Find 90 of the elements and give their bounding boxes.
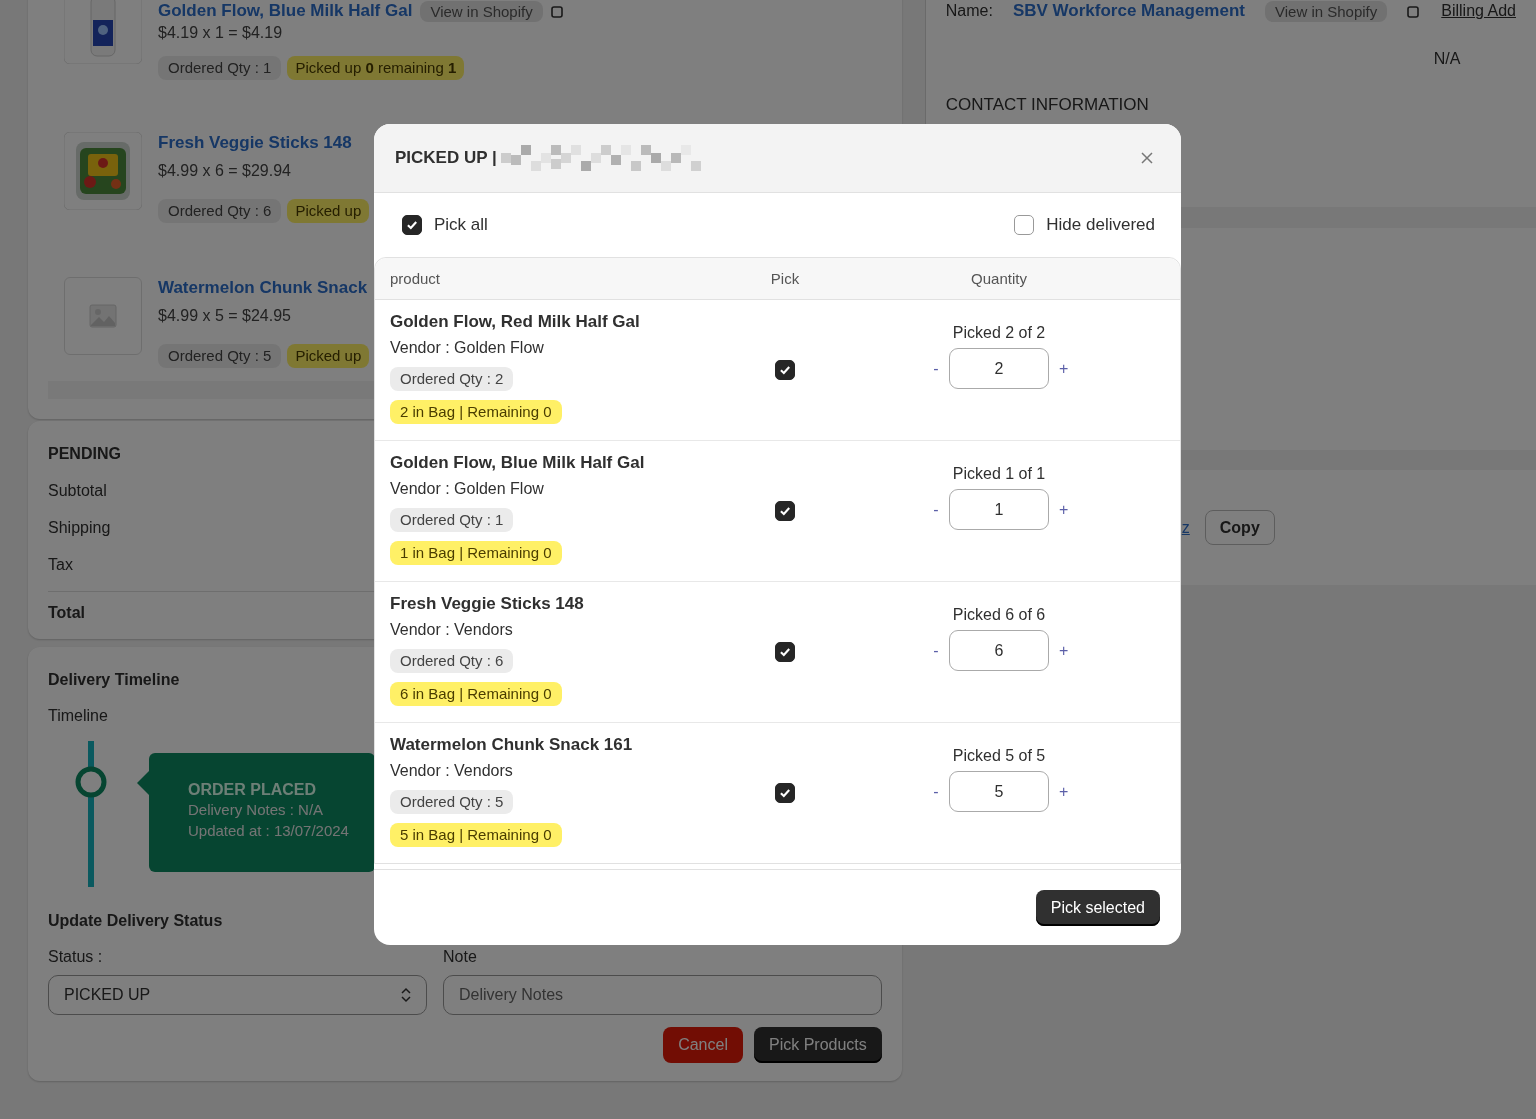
vendor-text: Vendor : Golden Flow [390,338,545,358]
status-select[interactable]: PICKED UP [48,975,427,1015]
price-text: $4.99 x 6 = $29.94 [158,161,292,181]
field-label: Note [443,947,478,967]
close-icon[interactable] [1141,152,1153,164]
in-bag-badge: 1 in Bag | Remaining 0 [390,541,562,565]
cancel-button[interactable]: Cancel [663,1027,743,1063]
notes-label: Delivery Notes : [188,801,294,818]
modal-title: PICKED UP | [395,148,497,168]
picked-count: Picked 6 of 6 [952,605,1046,625]
product-link[interactable]: Golden Flow, Blue Milk Half Gal [158,1,413,21]
section-title: CONTACT INFORMATION [945,95,1149,115]
picked-up-badge: Picked up [287,199,370,223]
total-label: Total [48,603,86,623]
price-text: $4.99 x 5 = $24.95 [158,306,292,326]
customer-link[interactable]: SBV Workforce Management [1012,1,1245,21]
ordered-qty-badge: Ordered Qty : 1 [390,508,514,532]
quantity-field[interactable]: 2 [949,348,1049,389]
summary-title: PENDING [48,444,121,464]
vendor-text: Vendor : Vendors [390,620,514,640]
section-title: Delivery Timeline [48,670,180,690]
delivery-notes-field[interactable]: Delivery Notes [443,975,882,1015]
copy-icon[interactable] [1407,4,1422,18]
updated-at-text: Updated at : 13/07/2024 [188,821,350,841]
ordered-qty-badge: Ordered Qty : 6 [158,199,282,223]
summary-label: Tax [48,555,73,575]
ordered-qty-badge: Ordered Qty : 2 [390,367,514,391]
pick-products-button[interactable]: Pick Products [753,1027,882,1063]
product-link[interactable]: Fresh Veggie Sticks 148 [158,133,352,153]
picked-count: Picked 5 of 5 [952,746,1046,766]
section-title: Update Delivery Status [48,911,223,931]
notes-value: N/A [298,801,324,818]
price-text: $4.19 x 1 = $4.19 [158,23,284,43]
copy-button[interactable]: Copy [1204,510,1275,545]
summary-label: Shipping [48,518,111,538]
product-link[interactable]: Watermelon Chunk Snack [158,278,368,298]
pick-checkbox[interactable] [775,642,795,662]
picked-count: Picked 2 of 2 [952,323,1046,343]
product-name: Watermelon Chunk Snack 161 [390,734,634,756]
checkmark-icon [778,363,792,377]
hide-delivered-checkbox[interactable] [1014,215,1035,235]
in-bag-badge: 5 in Bag | Remaining 0 [390,823,562,847]
copy-icon[interactable] [550,4,565,18]
pick-checkbox[interactable] [775,360,795,380]
billing-address-link[interactable]: Billing Add [1441,2,1516,20]
decrement-button[interactable]: - [933,782,939,801]
value-text: N/A [1433,50,1461,68]
summary-label: Subtotal [48,481,107,501]
column-header: Quantity [971,270,1027,287]
in-bag-badge: 2 in Bag | Remaining 0 [390,400,562,424]
pick-selected-button[interactable]: Pick selected [1035,889,1160,926]
name-label: Name: [945,2,993,20]
product-name: Fresh Veggie Sticks 148 [390,593,585,615]
image-placeholder-icon [89,304,117,328]
pick-checkbox[interactable] [775,501,795,521]
quantity-field[interactable]: 5 [949,771,1049,812]
vendor-text: Vendor : Golden Flow [390,479,545,499]
view-in-shopify-button[interactable]: View in Shopify [1265,0,1388,22]
picked-count: Picked 1 of 1 [952,464,1046,484]
column-header: product [390,270,441,287]
timeline-label: Timeline [48,706,108,726]
quantity-field[interactable]: 6 [949,630,1049,671]
ordered-qty-badge: Ordered Qty : 1 [158,56,282,80]
ordered-qty-badge: Ordered Qty : 6 [390,649,514,673]
decrement-button[interactable]: - [933,500,939,519]
checkmark-icon [778,645,792,659]
pick-checkbox[interactable] [775,783,795,803]
checkmark-icon [778,786,792,800]
product-name: Golden Flow, Blue Milk Half Gal [390,452,646,474]
view-in-shopify-button[interactable]: View in Shopify [420,0,543,22]
checkmark-icon [405,218,419,232]
column-header: Pick [770,270,800,287]
checkmark-icon [778,504,792,518]
product-name: Golden Flow, Red Milk Half Gal [390,311,641,333]
event-status: ORDER PLACED [188,781,317,799]
link-text[interactable]: z [1181,518,1190,537]
quantity-field[interactable]: 1 [949,489,1049,530]
chevron-icon [401,987,411,1003]
decrement-button[interactable]: - [933,641,939,660]
vendor-text: Vendor : Vendors [390,761,514,781]
ordered-qty-badge: Ordered Qty : 5 [158,344,282,368]
checkbox-label: Hide delivered [1046,215,1155,235]
ordered-qty-badge: Ordered Qty : 5 [390,790,514,814]
picked-up-badge: Picked up [287,344,370,368]
field-label: Status : [48,947,104,967]
checkbox-label: Pick all [434,215,488,235]
in-bag-badge: 6 in Bag | Remaining 0 [390,682,562,706]
picked-up-badge: Picked up 0 remaining 1 [287,56,465,80]
decrement-button[interactable]: - [933,359,939,378]
pick-all-checkbox[interactable] [402,215,422,235]
